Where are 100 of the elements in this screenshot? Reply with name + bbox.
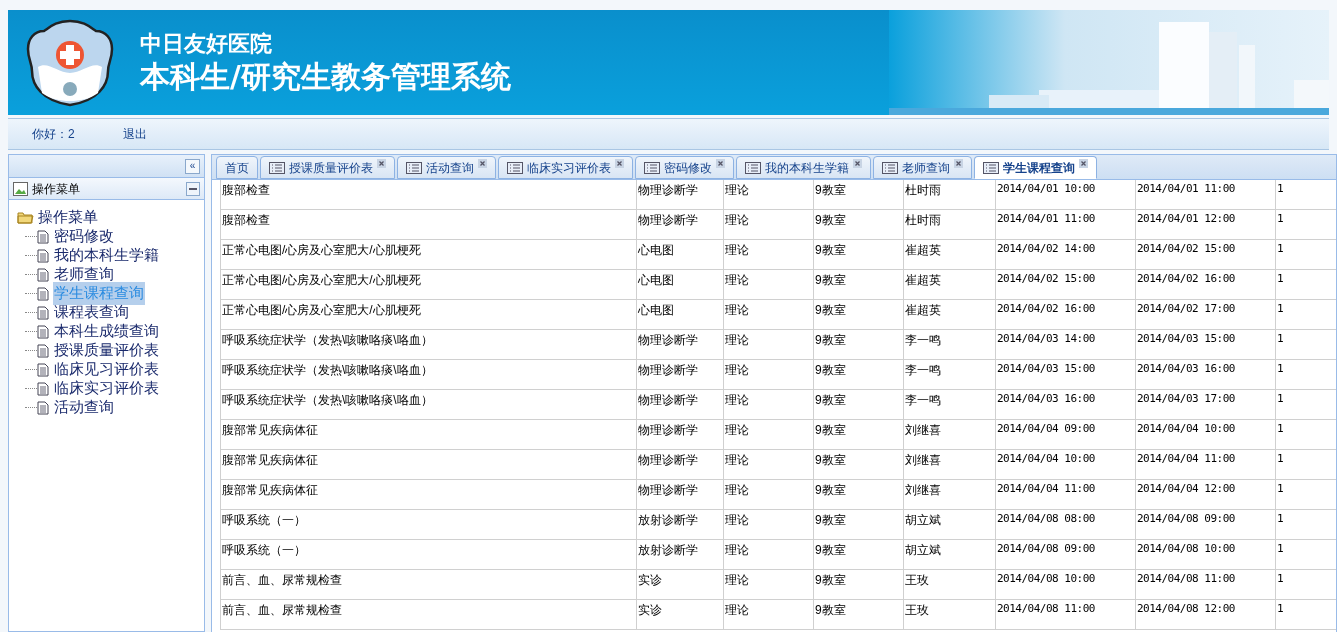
table-cell: 物理诊断学 [636,390,723,419]
table-cell: 心电图 [636,300,723,329]
table-cell: 腹部常见疾病体征 [220,480,636,509]
document-icon [37,362,49,377]
table-cell: 刘继喜 [903,480,995,509]
table-cell: 1 [1275,480,1328,509]
table-cell: 2014/04/08 09:00 [995,540,1135,569]
table-cell: 物理诊断学 [636,330,723,359]
tab-label: 我的本科生学籍 [765,159,849,177]
table-cell: 2014/04/08 08:00 [995,510,1135,539]
table-cell: 呼吸系统症状学（发热\咳嗽咯痰\咯血） [220,390,636,419]
table-cell: 2014/04/02 15:00 [1135,240,1275,269]
table-cell: 9教室 [813,570,903,599]
table-cell: 2014/04/03 15:00 [995,360,1135,389]
table-cell: 2014/04/08 10:00 [995,570,1135,599]
panel-title: 操作菜单 [32,180,80,198]
table-cell: 2014/04/02 16:00 [995,300,1135,329]
tab[interactable]: 老师查询 [873,156,972,179]
table-cell: 2014/04/08 11:00 [995,600,1135,629]
logout-link[interactable]: 退出 [122,125,147,143]
tab[interactable]: 密码修改 [635,156,734,179]
table-cell: 理论 [723,510,813,539]
table-cell: 刘继喜 [903,450,995,479]
table-cell: 1 [1275,240,1328,269]
table-cell: 理论 [723,540,813,569]
table-cell: 1 [1275,330,1328,359]
table-cell: 2014/04/02 16:00 [1135,270,1275,299]
table-cell: 2014/04/08 09:00 [1135,510,1275,539]
tab-icon [745,161,761,174]
hospital-name: 中日友好医院 [140,30,273,58]
close-icon[interactable] [377,159,386,168]
table-cell: 崔超英 [903,240,995,269]
table-cell: 理论 [723,450,813,479]
table-cell: 心电图 [636,270,723,299]
table-cell: 理论 [723,570,813,599]
close-icon[interactable] [1079,159,1088,168]
close-icon[interactable] [716,159,725,168]
table-cell: 1 [1275,450,1328,479]
table-cell: 崔超英 [903,300,995,329]
table-cell: 2014/04/01 10:00 [995,180,1135,209]
table-cell: 杜时雨 [903,180,995,209]
table-cell: 理论 [723,300,813,329]
table-cell: 2014/04/03 14:00 [995,330,1135,359]
table-cell: 理论 [723,180,813,209]
table-cell: 2014/04/03 16:00 [995,390,1135,419]
document-icon [37,248,49,263]
tab[interactable]: 临床实习评价表 [498,156,633,179]
minimize-button[interactable] [186,181,200,196]
table-cell: 9教室 [813,450,903,479]
table-cell: 2014/04/03 15:00 [1135,330,1275,359]
tab-icon [269,161,285,174]
close-icon[interactable] [478,159,487,168]
tree-root[interactable]: 操作菜单 [17,208,196,227]
document-icon [37,229,49,244]
table-cell: 2014/04/08 10:00 [1135,540,1275,569]
tab[interactable]: 学生课程查询 [974,156,1097,179]
table-cell: 理论 [723,390,813,419]
table-cell: 1 [1275,540,1328,569]
table-cell: 崔超英 [903,270,995,299]
table-cell: 胡立斌 [903,510,995,539]
table-cell: 理论 [723,420,813,449]
tab[interactable]: 我的本科生学籍 [736,156,871,179]
close-icon[interactable] [954,159,963,168]
table-cell: 实诊 [636,600,723,629]
table-cell: 王玫 [903,600,995,629]
document-icon [37,400,49,415]
table-cell: 1 [1275,180,1328,209]
table-cell: 胡立斌 [903,540,995,569]
table-cell: 2014/04/03 16:00 [1135,360,1275,389]
document-icon [37,324,49,339]
tab[interactable]: 首页 [216,156,258,179]
document-icon [37,286,49,301]
tab-label: 老师查询 [902,159,950,177]
table-cell: 前言、血、尿常规检查 [220,600,636,629]
close-icon[interactable] [853,159,862,168]
table-cell: 9教室 [813,180,903,209]
table-cell: 实诊 [636,570,723,599]
tab[interactable]: 活动查询 [397,156,496,179]
tab-icon [983,161,999,174]
table-cell: 1 [1275,600,1328,629]
table-cell: 2014/04/08 11:00 [1135,570,1275,599]
table-cell: 放射诊断学 [636,540,723,569]
table-cell: 李一鸣 [903,360,995,389]
collapse-button[interactable]: « [185,158,200,174]
tab[interactable]: 授课质量评价表 [260,156,395,179]
table-cell: 正常心电图/心房及心室肥大/心肌梗死 [220,270,636,299]
document-icon [37,267,49,282]
tab-label: 临床实习评价表 [527,159,611,177]
table-cell: 2014/04/04 09:00 [995,420,1135,449]
tab-icon [406,161,422,174]
table-cell: 1 [1275,420,1328,449]
table-cell: 前言、血、尿常规检查 [220,570,636,599]
table-cell: 2014/04/01 11:00 [1135,180,1275,209]
table-cell: 1 [1275,210,1328,239]
tab-label: 首页 [225,159,249,177]
close-icon[interactable] [615,159,624,168]
tab-label: 密码修改 [664,159,712,177]
table-cell: 理论 [723,600,813,629]
table-cell: 9教室 [813,390,903,419]
table-cell: 理论 [723,480,813,509]
